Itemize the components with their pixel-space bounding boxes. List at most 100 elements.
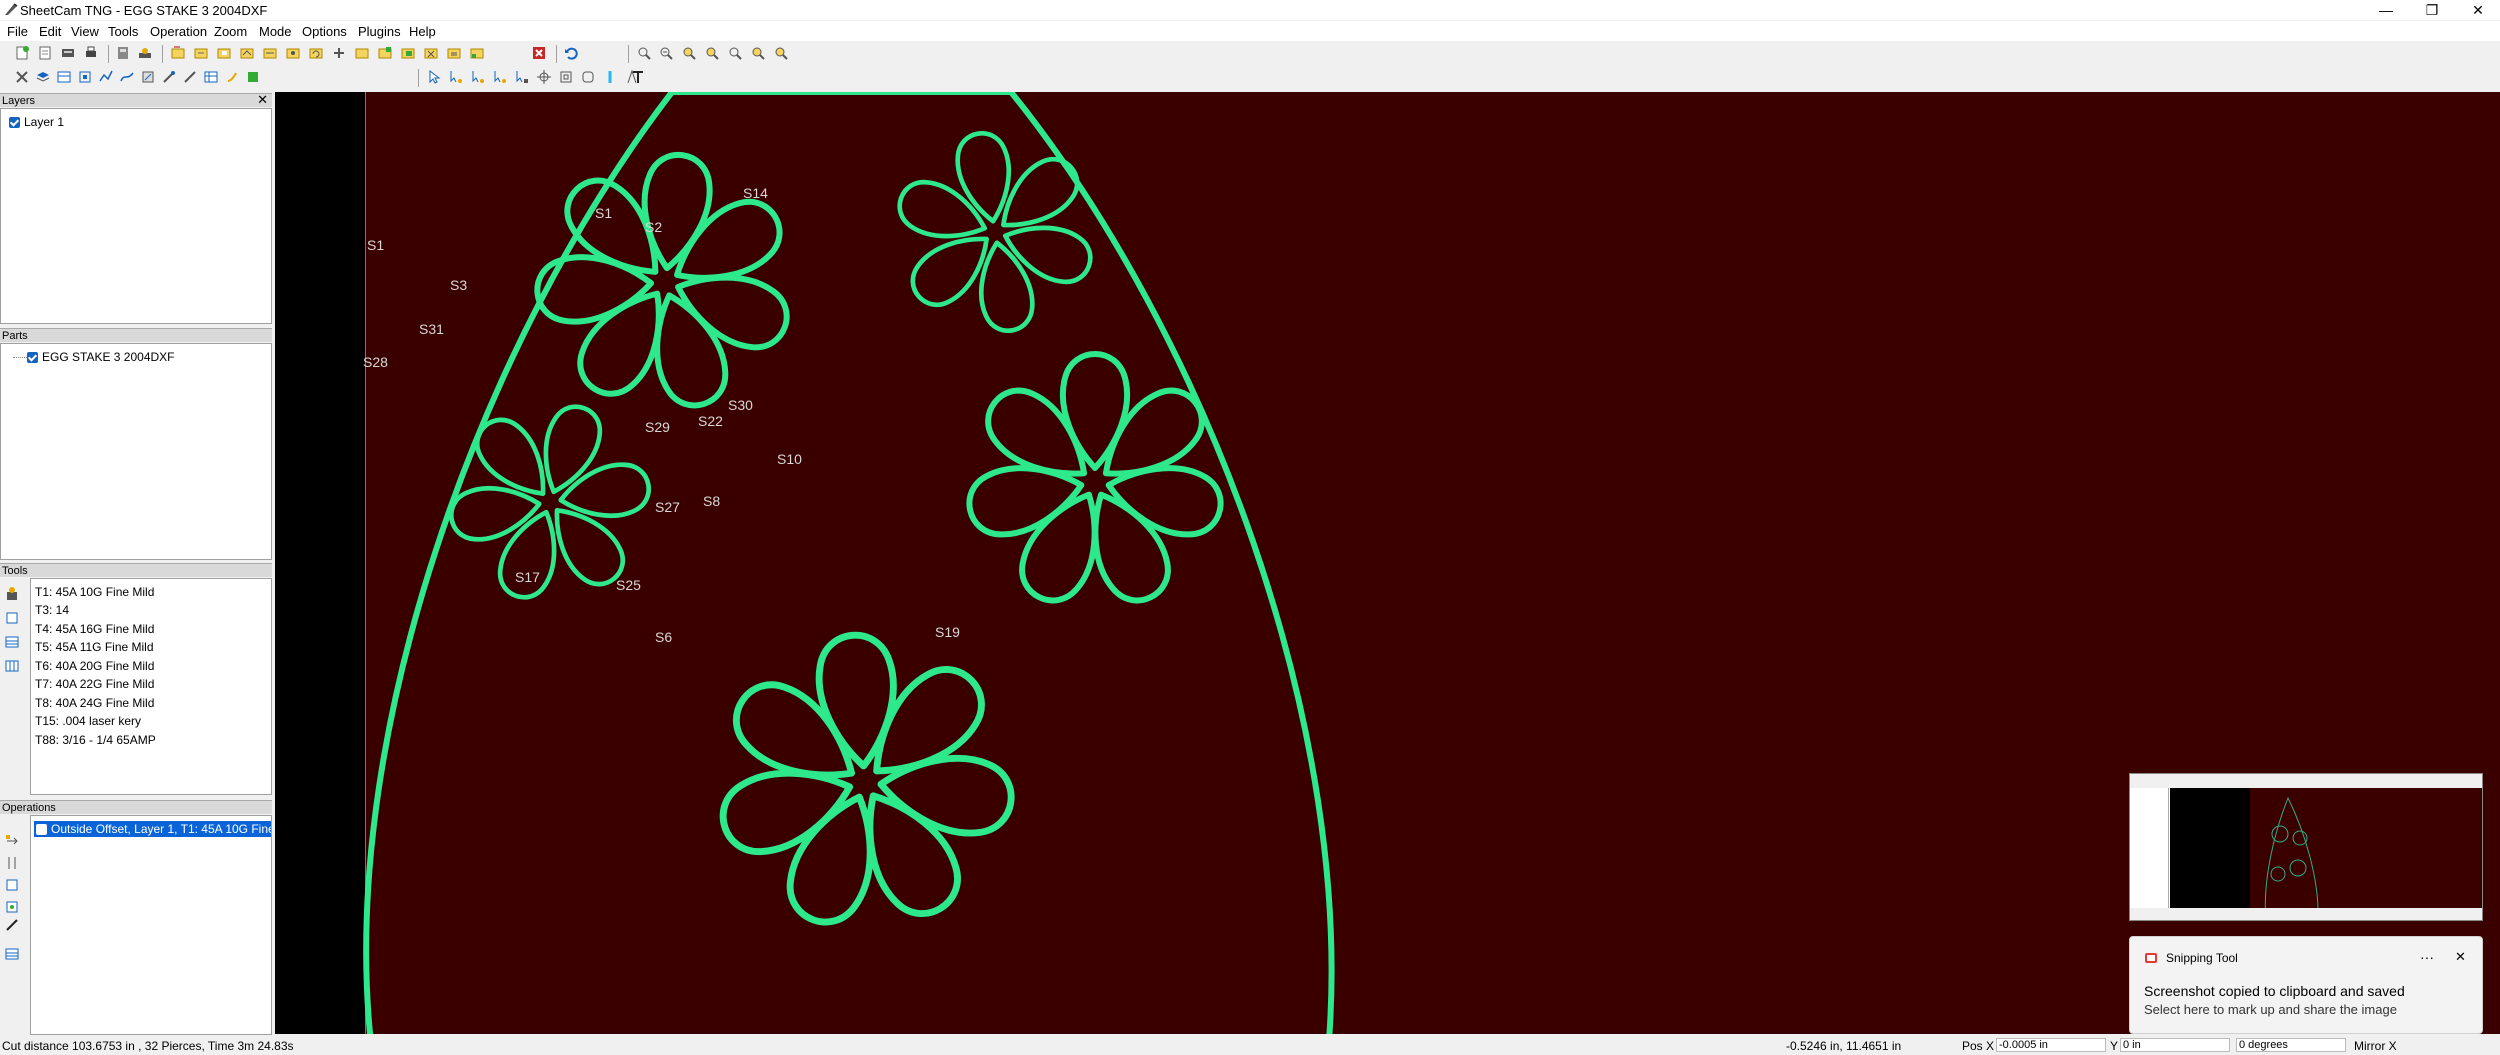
tabs-icon[interactable]: [377, 45, 393, 61]
flower-cutout[interactable]: [714, 632, 1016, 933]
pos-x-field[interactable]: -0.0005 in: [1996, 1038, 2106, 1052]
tool-item[interactable]: T88: 3/16 - 1/4 65AMP: [35, 733, 156, 747]
select-path-icon[interactable]: [514, 69, 530, 85]
part-checkbox[interactable]: [27, 352, 38, 363]
undo-icon[interactable]: [563, 45, 579, 61]
tool-item[interactable]: T5: 45A 11G Fine Mild: [35, 640, 154, 654]
select-start-icon[interactable]: [470, 69, 486, 85]
nest-part-icon[interactable]: [239, 45, 255, 61]
engrave-tool-icon[interactable]: [140, 69, 156, 85]
petal-path[interactable]: [1102, 454, 1227, 542]
zoom-sheet-icon[interactable]: [750, 45, 766, 61]
tool-table-icon[interactable]: [203, 69, 219, 85]
lead-in-icon[interactable]: [602, 69, 618, 85]
minimize-button[interactable]: —: [2363, 0, 2409, 20]
select-part-icon[interactable]: [448, 69, 464, 85]
new-job-icon[interactable]: [14, 45, 30, 61]
tapping-tool-icon[interactable]: [161, 69, 177, 85]
edit-tool-icon[interactable]: [4, 610, 20, 626]
tool-list-icon[interactable]: [4, 634, 20, 650]
draw-rect-icon[interactable]: [558, 69, 574, 85]
zoom-fit-icon[interactable]: [727, 45, 743, 61]
select-pointer-icon[interactable]: [426, 69, 442, 85]
flower-cutout[interactable]: [963, 354, 1227, 611]
save-job-icon[interactable]: [60, 45, 76, 61]
operation-tool-icon[interactable]: [14, 69, 30, 85]
operation-item[interactable]: Outside Offset, Layer 1, T1: 45A 10G Fin…: [34, 821, 271, 837]
set-origin-icon[interactable]: [536, 69, 552, 85]
text-tool-icon[interactable]: [630, 69, 646, 85]
notification-more-button[interactable]: ···: [2420, 949, 2434, 965]
tool-item[interactable]: T8: 40A 24G Fine Mild: [35, 696, 154, 710]
cut-tool-icon[interactable]: [182, 69, 198, 85]
move-part-icon[interactable]: [331, 45, 347, 61]
tool-item[interactable]: T3: 14: [35, 603, 69, 617]
part-item[interactable]: EGG STAKE 3 2004DXF: [27, 350, 175, 364]
petal-path[interactable]: [851, 654, 997, 798]
tool-item[interactable]: T15: .004 laser kery: [35, 714, 141, 728]
operation-table-icon[interactable]: [4, 946, 20, 962]
tool-item[interactable]: T6: 40A 20G Fine Mild: [35, 659, 154, 673]
zoom-out-icon[interactable]: [658, 45, 674, 61]
machine-options-icon[interactable]: [137, 45, 153, 61]
mirror-x-checkbox[interactable]: Mirror X: [2354, 1039, 2397, 1053]
petal-path[interactable]: [815, 632, 900, 769]
new-tool-icon[interactable]: [4, 586, 20, 602]
custom-tool-icon[interactable]: [245, 69, 261, 85]
menu-operation[interactable]: Operation: [150, 24, 207, 39]
petal-path[interactable]: [1063, 354, 1127, 468]
operation-checkbox[interactable]: [36, 824, 47, 835]
select-tab-icon[interactable]: [492, 69, 508, 85]
zoom-layer-icon[interactable]: [681, 45, 697, 61]
tool-item[interactable]: T4: 45A 16G Fine Mild: [35, 622, 154, 636]
petal-path[interactable]: [975, 377, 1104, 498]
menu-file[interactable]: File: [7, 24, 28, 39]
contour-tool-icon[interactable]: [77, 69, 93, 85]
script-tool-icon[interactable]: [224, 69, 240, 85]
path-tool-icon[interactable]: [119, 69, 135, 85]
menu-edit[interactable]: Edit: [39, 24, 61, 39]
menu-mode[interactable]: Mode: [259, 24, 292, 39]
part-options-icon[interactable]: [446, 45, 462, 61]
tool-item[interactable]: T1: 45A 10G Fine Mild: [35, 585, 154, 599]
layer-item[interactable]: Layer 1: [9, 115, 64, 129]
petal-path[interactable]: [535, 251, 654, 325]
print-icon[interactable]: [83, 45, 99, 61]
flower-cutout[interactable]: [893, 129, 1098, 334]
pos-y-field[interactable]: 0 in: [2120, 1038, 2230, 1052]
draw-shape-icon[interactable]: [580, 69, 596, 85]
notification-close-button[interactable]: ✕: [2455, 949, 2466, 965]
close-window-button[interactable]: ✕: [2455, 0, 2500, 20]
edit-operation-icon[interactable]: [4, 917, 20, 933]
profile-operation-icon[interactable]: [4, 877, 20, 893]
cut-operation-icon[interactable]: [4, 855, 20, 871]
petal-path[interactable]: [876, 748, 1016, 839]
part-properties-icon[interactable]: [285, 45, 301, 61]
menu-view[interactable]: View: [71, 24, 99, 39]
move-operation-icon[interactable]: [4, 833, 20, 849]
close-layers-panel-button[interactable]: ✕: [257, 93, 268, 107]
open-job-icon[interactable]: [37, 45, 53, 61]
drill-operation-icon[interactable]: [4, 899, 20, 915]
run-postprocessor-icon[interactable]: [115, 45, 131, 61]
tool-item[interactable]: T7: 40A 22G Fine Mild: [35, 677, 154, 691]
drill-tool-icon[interactable]: [98, 69, 114, 85]
rotate-part-icon[interactable]: [308, 45, 324, 61]
petal-path[interactable]: [635, 151, 714, 273]
menu-tools[interactable]: Tools: [108, 24, 138, 39]
plot-options-icon[interactable]: [469, 45, 485, 61]
start-points-icon[interactable]: [400, 45, 416, 61]
remove-part-icon[interactable]: [423, 45, 439, 61]
snip-preview-thumbnail[interactable]: [2129, 773, 2483, 921]
delete-icon[interactable]: [531, 45, 547, 61]
tool-grid-icon[interactable]: [4, 658, 20, 674]
zoom-part-icon[interactable]: [704, 45, 720, 61]
copy-part-icon[interactable]: [216, 45, 232, 61]
layers-tool-icon[interactable]: [35, 69, 51, 85]
angle-field[interactable]: 0 degrees: [2236, 1038, 2346, 1052]
add-part-icon[interactable]: [193, 45, 209, 61]
menu-options[interactable]: Options: [302, 24, 347, 39]
maximize-button[interactable]: ❐: [2409, 0, 2455, 20]
menu-plugins[interactable]: Plugins: [358, 24, 401, 39]
layer-checkbox[interactable]: [9, 117, 20, 128]
